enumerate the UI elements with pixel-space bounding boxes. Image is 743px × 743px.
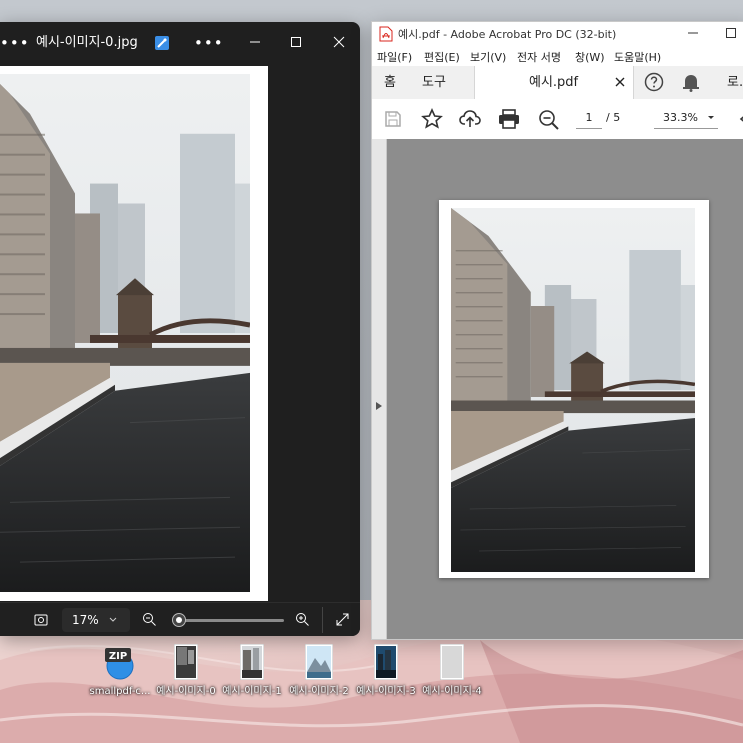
- save-icon[interactable]: [384, 110, 402, 128]
- zoom-search-icon[interactable]: [538, 109, 560, 131]
- desktop-icon-image-3[interactable]: 예시-이미지-3: [356, 644, 416, 714]
- photos-app-window: ••• 예시-이미지-0.jpg ••• 17%: [0, 22, 360, 636]
- expand-panel-icon[interactable]: [375, 401, 383, 411]
- edit-image-icon[interactable]: [154, 35, 170, 51]
- acrobat-titlebar: 예시.pdf - Adobe Acrobat Pro DC (32-bit): [372, 22, 743, 46]
- upload-cloud-icon[interactable]: [459, 109, 481, 129]
- chevron-down-icon: [706, 108, 716, 128]
- page-total: / 5: [606, 111, 621, 124]
- zoom-select[interactable]: 33.3%: [654, 108, 718, 129]
- tab-document-label: 예시.pdf: [529, 75, 579, 90]
- fullscreen-icon[interactable]: [335, 612, 350, 627]
- menu-file[interactable]: 파일(F): [377, 49, 412, 65]
- tab-tools[interactable]: 도구: [422, 66, 446, 99]
- image-thumbnail-icon: [305, 644, 333, 680]
- image-frame: [0, 66, 268, 601]
- zoom-out-icon[interactable]: [142, 612, 157, 627]
- desktop-icon-label: 예시-이미지-3: [356, 686, 416, 697]
- left-panel-strip[interactable]: [372, 139, 387, 639]
- print-icon[interactable]: [498, 109, 520, 129]
- desktop-icon-label: 예시-이미지-4: [422, 686, 482, 697]
- image-thumbnail-icon: [240, 644, 264, 680]
- screenshot-icon[interactable]: [34, 613, 48, 627]
- tabbar: 홈 도구 예시.pdf 로.: [372, 66, 743, 100]
- acrobat-window: 예시.pdf - Adobe Acrobat Pro DC (32-bit) 파…: [371, 21, 743, 640]
- menu-help[interactable]: 도움말(H): [614, 49, 661, 65]
- divider: [322, 607, 323, 633]
- acrobat-title: 예시.pdf - Adobe Acrobat Pro DC (32-bit): [398, 28, 617, 41]
- minimize-icon[interactable]: [249, 34, 261, 50]
- zoom-slider-thumb[interactable]: [172, 613, 186, 627]
- close-tab-icon[interactable]: [615, 75, 625, 89]
- desktop-icon-label: 예시-이미지-2: [289, 686, 349, 697]
- tab-document[interactable]: 예시.pdf: [474, 66, 634, 100]
- image-thumbnail-icon: [440, 644, 464, 680]
- image-thumbnail-icon: [374, 644, 398, 680]
- zoom-dropdown[interactable]: 17%: [62, 608, 130, 632]
- see-more-icon[interactable]: •••: [194, 34, 224, 52]
- viewer-title: 예시-이미지-0.jpg: [36, 35, 138, 50]
- more-tools-icon[interactable]: [737, 109, 743, 129]
- zip-file-icon: ZIP: [103, 646, 137, 680]
- maximize-icon[interactable]: [726, 26, 736, 40]
- zoom-value: 17%: [72, 613, 99, 627]
- acrobat-toolbar: 1 / 5 33.3%: [372, 99, 743, 140]
- desktop-icon-label: 예시-이미지-0: [156, 686, 216, 697]
- minimize-icon[interactable]: [688, 26, 698, 40]
- photo-image: [0, 74, 250, 592]
- chevron-down-icon: [108, 608, 118, 632]
- tab-home[interactable]: 홈: [384, 66, 396, 99]
- viewer-titlebar: ••• 예시-이미지-0.jpg •••: [0, 22, 360, 66]
- desktop-icon-image-1[interactable]: 예시-이미지-1: [222, 644, 282, 714]
- image-canvas[interactable]: [0, 66, 360, 602]
- menu-view[interactable]: 보기(V): [470, 49, 506, 65]
- desktop-icon-label: smallpdf-c...: [89, 686, 151, 697]
- menu-edit[interactable]: 편집(E): [424, 49, 460, 65]
- desktop-icon-zip[interactable]: ZIP smallpdf-c...: [90, 644, 150, 714]
- menu-e-sign[interactable]: 전자 서명: [517, 49, 561, 65]
- document-area[interactable]: [372, 139, 743, 639]
- menubar: 파일(F) 편집(E) 보기(V) 전자 서명 창(W) 도움말(H): [372, 46, 743, 66]
- desktop-icon-label: 예시-이미지-1: [222, 686, 282, 697]
- desktop-icon-image-0[interactable]: 예시-이미지-0: [156, 644, 216, 714]
- pdf-page: [439, 200, 709, 578]
- notification-bell-icon[interactable]: [682, 72, 700, 92]
- zoom-slider-track[interactable]: [174, 619, 284, 622]
- desktop-icon-image-2[interactable]: 예시-이미지-2: [289, 644, 349, 714]
- page-number-input[interactable]: 1: [576, 108, 602, 129]
- close-icon[interactable]: [333, 34, 345, 50]
- tab-sign-in[interactable]: 로.: [727, 66, 743, 99]
- image-thumbnail-icon: [174, 644, 198, 680]
- more-options-icon[interactable]: •••: [0, 34, 30, 52]
- zip-badge: ZIP: [109, 651, 127, 662]
- menu-window[interactable]: 창(W): [575, 49, 605, 65]
- acrobat-logo-icon: [379, 26, 393, 42]
- pdf-page-image: [451, 208, 695, 572]
- maximize-icon[interactable]: [290, 34, 302, 50]
- help-icon[interactable]: [644, 72, 664, 92]
- desktop-icon-image-4[interactable]: 예시-이미지-4: [422, 644, 482, 714]
- viewer-statusbar: 17%: [0, 602, 360, 636]
- bookmark-star-icon[interactable]: [421, 108, 443, 130]
- zoom-select-value: 33.3%: [663, 111, 698, 124]
- zoom-in-icon[interactable]: [295, 612, 310, 627]
